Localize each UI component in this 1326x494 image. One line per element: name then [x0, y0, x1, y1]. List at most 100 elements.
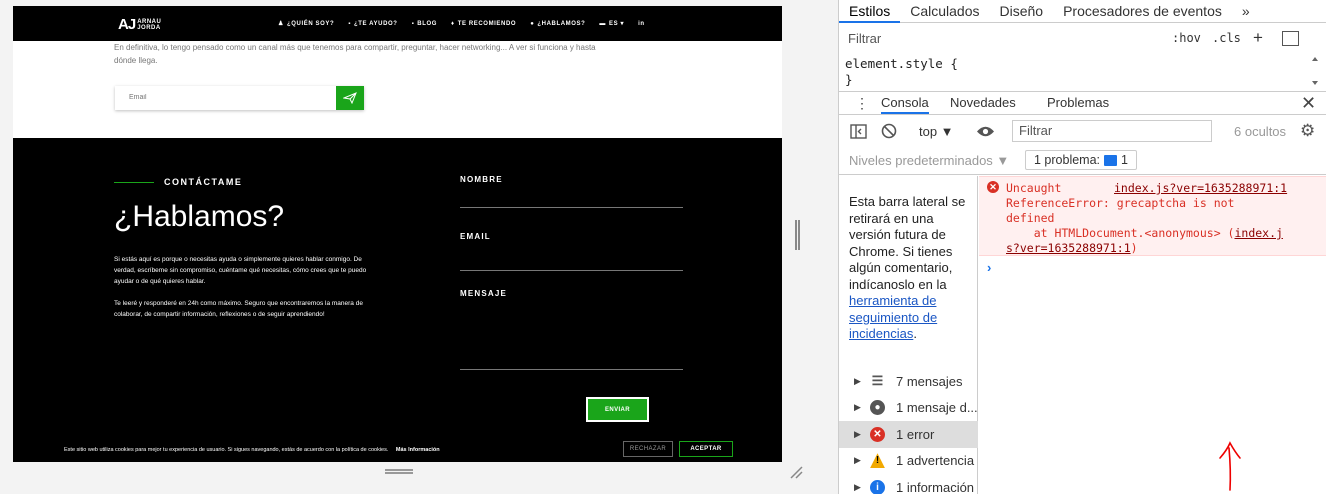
stack-link-part-2[interactable]: s?ver=1635288971:1 [1006, 241, 1131, 255]
styles-tab-3[interactable]: Procesadores de eventos [1053, 0, 1232, 23]
gear-icon[interactable]: ⚙ [1300, 121, 1315, 141]
styles-tab-4[interactable]: » [1232, 0, 1260, 23]
context-selector[interactable]: top ▼ [919, 124, 954, 139]
sidebar-item-label: 1 advertencia [896, 453, 975, 469]
styles-tab-2[interactable]: Diseño [990, 0, 1054, 23]
contact-eyebrow: CONTÁCTAME [114, 177, 242, 187]
logo-text: ARNAU JORDA [137, 19, 161, 31]
site-logo[interactable]: AJ ARNAU JORDA [118, 16, 161, 33]
clear-console-icon[interactable] [881, 123, 897, 139]
email-label: EMAIL [460, 232, 491, 241]
sidebar-item-label: 1 información [896, 479, 975, 494]
subscribe-form [115, 86, 364, 110]
expand-caret-icon[interactable]: ▶ [854, 455, 861, 466]
intro-line-2: dónde llega. [114, 56, 158, 65]
nav-item-4[interactable]: ● ¿HABLAMOS? [530, 21, 585, 27]
nav-item-2[interactable]: ▪ BLOG [412, 21, 437, 27]
tab-console[interactable]: Consola [881, 92, 929, 114]
stack-link-part-1[interactable]: index.j [1234, 226, 1282, 240]
nav-item-1[interactable]: ▪ ¿TE AYUDO? [348, 21, 397, 27]
cls-toggle[interactable]: .cls [1212, 31, 1241, 45]
issues-count: 1 [1121, 153, 1128, 167]
sidebar-item-0[interactable]: ▶ ☰ 7 mensajes [839, 368, 978, 395]
linkedin-icon: in [638, 20, 645, 27]
devtools-panel: Estilos Calculados Diseño Procesadores de e… [838, 0, 1326, 494]
element-style-rule[interactable]: element.style { } [845, 56, 958, 88]
error-source-link[interactable]: index.js?ver=1635288971:1 [1114, 181, 1287, 195]
sidebar-item-1[interactable]: ▶ ● 1 mensaje d... [839, 395, 978, 422]
resize-corner-icon[interactable] [789, 465, 803, 479]
style-close: } [845, 72, 853, 87]
nav-item-0[interactable]: ♟ ¿QUIÉN SOY? [278, 20, 335, 28]
logo-line-2: JORDA [137, 24, 161, 31]
sidebar-item-2[interactable]: ▶ ✕ 1 error [839, 421, 978, 448]
styles-tabbar: Estilos Calculados Diseño Procesadores de e… [839, 0, 1326, 23]
cookie-text: Este sitio web utiliza cookies para mejo… [64, 447, 440, 453]
site-navbar: AJ ARNAU JORDA ♟ ¿QUIÉN SOY? ▪ ¿TE AYUDO? ▪ B… [13, 6, 782, 41]
toggle-sidebar-icon[interactable] [1282, 31, 1299, 46]
nav-item-label: ¿QUIÉN SOY? [286, 20, 335, 27]
error-line-3: defined [1006, 211, 1055, 225]
styles-filter-input[interactable]: Filtrar [842, 27, 1158, 51]
message-field[interactable] [460, 369, 683, 370]
chat-icon: ▪ [348, 20, 351, 27]
contact-section: CONTÁCTAME ¿Hablamos? Si estás aquí es p… [13, 138, 782, 462]
intro-paragraph: En definitiva, lo tengo pensado como un … [114, 41, 674, 67]
styles-filter-row: Filtrar :hov .cls + [839, 27, 1326, 51]
cookie-reject-button[interactable]: RECHAZAR [623, 441, 673, 457]
sidebar-item-label: 1 mensaje d... [896, 400, 978, 416]
viewport-height-handle[interactable] [385, 469, 413, 474]
styles-tab-0[interactable]: Estilos [839, 0, 901, 23]
expand-caret-icon[interactable]: ▶ [854, 376, 861, 387]
deprecation-text: Esta barra lateral se retirará en una ve… [849, 194, 966, 292]
email-field[interactable] [460, 270, 683, 271]
tab-whats-new[interactable]: Novedades [950, 92, 1016, 114]
issues-chip[interactable]: 1 problema: 1 [1025, 150, 1137, 170]
cookie-banner: Este sitio web utiliza cookies para mejo… [13, 436, 782, 462]
nav-item-6[interactable]: in [638, 21, 648, 27]
styles-scrollbar[interactable] [1310, 56, 1320, 86]
show-sidebar-icon[interactable] [850, 124, 867, 139]
expand-caret-icon[interactable]: ▶ [854, 402, 861, 413]
expand-caret-icon[interactable]: ▶ [854, 429, 861, 440]
nav-item-label: TE RECOMIENDO [457, 20, 517, 27]
log-levels-dropdown[interactable]: Niveles predeterminados ▼ [849, 153, 1009, 168]
site-nav-menu: ♟ ¿QUIÉN SOY? ▪ ¿TE AYUDO? ▪ BLOG ♦ TE RECOMIEN… [278, 6, 648, 41]
name-field[interactable] [460, 207, 683, 208]
issue-tracker-link[interactable]: herramienta de seguimiento de incidencia… [849, 293, 937, 341]
nav-item-label: BLOG [417, 20, 438, 27]
nav-item-label: ¿HABLAMOS? [537, 20, 586, 27]
send-button[interactable]: ENVIAR [586, 397, 649, 422]
styles-tab-1[interactable]: Calculados [900, 0, 989, 23]
subscribe-send-button[interactable] [336, 86, 364, 110]
console-toolbar: top ▼ Filtrar 6 ocultos ⚙ [839, 117, 1326, 147]
nav-item-label: ¿TE AYUDO? [354, 20, 398, 27]
red-arrow-annotation [1219, 441, 1241, 491]
error-icon: ✕ [987, 181, 999, 193]
sidebar-item-4[interactable]: ▶ i 1 información [839, 474, 978, 494]
cookie-more-info-link[interactable]: Más Información [396, 447, 440, 453]
console-prompt[interactable]: › [987, 260, 991, 275]
tab-issues[interactable]: Problemas [1047, 92, 1109, 114]
nav-item-3[interactable]: ♦ TE RECOMIENDO [451, 21, 516, 27]
close-drawer-icon[interactable]: ✕ [1301, 92, 1316, 114]
eye-icon[interactable] [976, 125, 995, 138]
console-filter-input[interactable]: Filtrar [1012, 120, 1212, 142]
deprecation-end: . [913, 326, 917, 341]
expand-caret-icon[interactable]: ▶ [854, 482, 861, 493]
sidebar-item-3[interactable]: ▶! 1 advertencia [839, 448, 978, 475]
contact-paragraph-1: Si estás aquí es porque o necesitas ayud… [114, 256, 367, 285]
intro-line-1: En definitiva, lo tengo pensado como un … [114, 43, 596, 52]
error-line-5: ) [1130, 241, 1138, 255]
nav-item-label: ES ▾ [609, 21, 625, 27]
viewport-width-handle[interactable] [795, 220, 800, 250]
sidebar-item-label: 1 error [896, 426, 935, 442]
subscribe-email-input[interactable] [115, 86, 336, 110]
drawer-menu-icon[interactable]: ⋮ [855, 95, 869, 112]
nav-item-5[interactable]: ▬ ES ▾ [599, 20, 625, 28]
cookie-accept-button[interactable]: ACEPTAR [679, 441, 733, 457]
hov-toggle[interactable]: :hov [1172, 31, 1201, 45]
console-error-message[interactable]: ✕ Uncaught ReferenceError: grecaptcha is… [979, 176, 1326, 256]
console-output: ✕ Uncaught ReferenceError: grecaptcha is… [979, 176, 1326, 494]
new-style-rule-button[interactable]: + [1253, 28, 1263, 48]
